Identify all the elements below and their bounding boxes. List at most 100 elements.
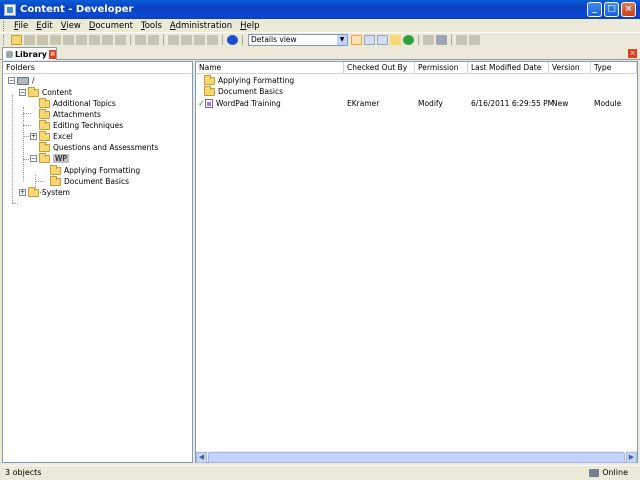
redo-icon[interactable] (148, 34, 159, 45)
checkin-icon[interactable] (63, 34, 74, 45)
menu-administration[interactable]: Administration (166, 21, 236, 31)
folder-open-icon (39, 152, 50, 163)
open-folder-icon[interactable] (11, 34, 22, 45)
cell-version: New (552, 99, 569, 108)
folder-icon (39, 119, 50, 130)
collapse-icon[interactable]: − (8, 77, 15, 84)
toolbar-separator (163, 34, 164, 45)
toolbar-grip[interactable] (3, 34, 6, 45)
tab-library[interactable]: Library × (2, 47, 57, 60)
checkout-icon[interactable] (50, 34, 61, 45)
folder-icon (204, 85, 215, 96)
export-icon[interactable] (456, 34, 467, 45)
column-header-last-modified[interactable]: Last Modified Date (468, 62, 549, 74)
connection-status: Online (589, 466, 628, 480)
close-button[interactable]: × (621, 2, 636, 17)
menu-bar: File Edit View Document Tools Administra… (0, 19, 640, 33)
save-icon[interactable] (37, 34, 48, 45)
view-select[interactable]: Details view ▼ (248, 33, 348, 46)
tree-item-document-basics[interactable]: Document Basics (50, 175, 129, 187)
replace-icon[interactable] (207, 34, 218, 45)
tree-item-questions-and-assessments[interactable]: Questions and Assessments (39, 141, 158, 153)
maximize-button[interactable]: □ (604, 2, 619, 17)
window-title: Content - Developer (20, 4, 134, 15)
expand-icon[interactable]: + (30, 133, 37, 140)
chevron-down-icon[interactable]: ▼ (337, 34, 347, 45)
library-icon (6, 50, 13, 58)
toolbar-separator (222, 34, 223, 45)
tree-item-system[interactable]: + System (19, 186, 70, 198)
folder-up-icon[interactable] (390, 34, 401, 45)
column-header-version[interactable]: Version (549, 62, 591, 74)
horizontal-scrollbar[interactable]: ◀ ▶ (196, 451, 637, 463)
folders-header: Folders (3, 62, 192, 74)
list-item[interactable]: Applying Formatting (196, 74, 637, 86)
back-icon[interactable] (168, 34, 179, 45)
folder-icon (39, 130, 50, 141)
minimize-button[interactable]: _ (587, 2, 602, 17)
menu-edit[interactable]: Edit (32, 21, 56, 31)
column-header-permission[interactable]: Permission (415, 62, 468, 74)
tree-item-additional-topics[interactable]: Additional Topics (39, 97, 116, 109)
folder-icon (50, 164, 61, 175)
column-header-type[interactable]: Type (591, 62, 637, 74)
cell-modified: 6/16/2011 6:29:55 PM (471, 99, 555, 108)
tree-item-applying-formatting[interactable]: Applying Formatting (50, 164, 140, 176)
import-icon[interactable] (469, 34, 480, 45)
title-bar: Content - Developer _ □ × (0, 0, 640, 19)
folder-icon (39, 97, 50, 108)
column-header-checked-out-by[interactable]: Checked Out By (344, 62, 415, 74)
properties-icon[interactable] (423, 34, 434, 45)
scroll-right-icon[interactable]: ▶ (626, 452, 637, 463)
delete-icon[interactable] (115, 34, 126, 45)
forward-icon[interactable] (181, 34, 192, 45)
split-vertical-icon[interactable] (377, 34, 388, 45)
tree-root[interactable]: − / (8, 75, 35, 86)
menu-document[interactable]: Document (85, 21, 137, 31)
refresh-icon[interactable] (403, 34, 414, 45)
folder-icon (204, 74, 215, 85)
paste-icon[interactable] (102, 34, 113, 45)
tree-item-content[interactable]: − Content (19, 86, 72, 98)
collapse-icon[interactable]: − (30, 155, 37, 162)
folder-icon (28, 186, 39, 197)
menu-grip[interactable] (3, 20, 6, 31)
toolbar-separator (242, 34, 243, 45)
tree-item-editing-techniques[interactable]: Editing Techniques (39, 119, 123, 131)
collapse-icon[interactable]: − (19, 89, 26, 96)
undo-icon[interactable] (135, 34, 146, 45)
tree-item-wp[interactable]: − WP (30, 152, 69, 164)
tree-item-attachments[interactable]: Attachments (39, 108, 101, 120)
expand-icon[interactable]: + (19, 189, 26, 196)
menu-file[interactable]: File (10, 21, 32, 31)
cut-icon[interactable] (76, 34, 87, 45)
publish-icon[interactable] (436, 34, 447, 45)
scroll-left-icon[interactable]: ◀ (196, 452, 207, 463)
scrollbar-thumb[interactable] (208, 452, 625, 463)
menu-help[interactable]: Help (236, 21, 263, 31)
new-icon[interactable] (24, 34, 35, 45)
help-icon[interactable] (227, 34, 238, 45)
menu-tools[interactable]: Tools (137, 21, 166, 31)
app-icon (4, 3, 16, 16)
find-icon[interactable] (194, 34, 205, 45)
status-bar: 3 objects Online (0, 465, 640, 480)
folder-icon (39, 141, 50, 152)
folder-icon (50, 175, 61, 186)
split-horizontal-icon[interactable] (364, 34, 375, 45)
panel-close-icon[interactable]: × (628, 49, 637, 58)
menu-view[interactable]: View (57, 21, 85, 31)
list-item[interactable]: Document Basics (196, 85, 637, 97)
tab-close-icon[interactable]: × (49, 49, 56, 59)
computer-icon (17, 76, 29, 85)
details-view-icon[interactable] (351, 34, 362, 45)
tree-item-excel[interactable]: + Excel (30, 130, 73, 142)
cell-permission: Modify (418, 99, 443, 108)
toolbar: Details view ▼ (0, 33, 640, 46)
list-item[interactable]: ✓ WordPad Training EKramer Modify 6/16/2… (196, 98, 637, 109)
toolbar-separator (451, 34, 452, 45)
column-header-name[interactable]: Name (196, 62, 344, 74)
online-icon (589, 469, 600, 477)
document-list-pane: Name Checked Out By Permission Last Modi… (195, 61, 638, 463)
copy-icon[interactable] (89, 34, 100, 45)
